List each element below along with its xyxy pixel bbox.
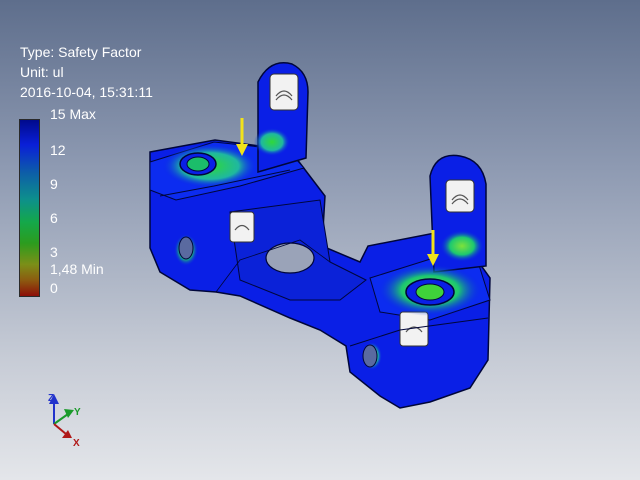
left-side-hole xyxy=(178,236,194,260)
left-tab-stress-region xyxy=(254,128,290,156)
center-label-plate xyxy=(229,211,255,243)
left-tab-label-plate xyxy=(269,73,299,111)
triad-z-label: Z xyxy=(48,393,54,404)
right-bore-inner xyxy=(415,283,445,301)
view-triad[interactable]: Z Y X xyxy=(48,393,81,449)
right-tab-label-plate xyxy=(445,179,475,213)
bracket-model[interactable] xyxy=(149,62,491,409)
model-viewport[interactable]: Z Y X xyxy=(0,0,640,480)
right-tab-stress-region xyxy=(440,230,484,262)
triad-y-label: Y xyxy=(74,407,81,418)
left-bore-inner xyxy=(186,156,210,172)
front-side-hole xyxy=(362,344,378,368)
triad-x-label: X xyxy=(73,438,80,449)
center-hole xyxy=(265,242,315,274)
